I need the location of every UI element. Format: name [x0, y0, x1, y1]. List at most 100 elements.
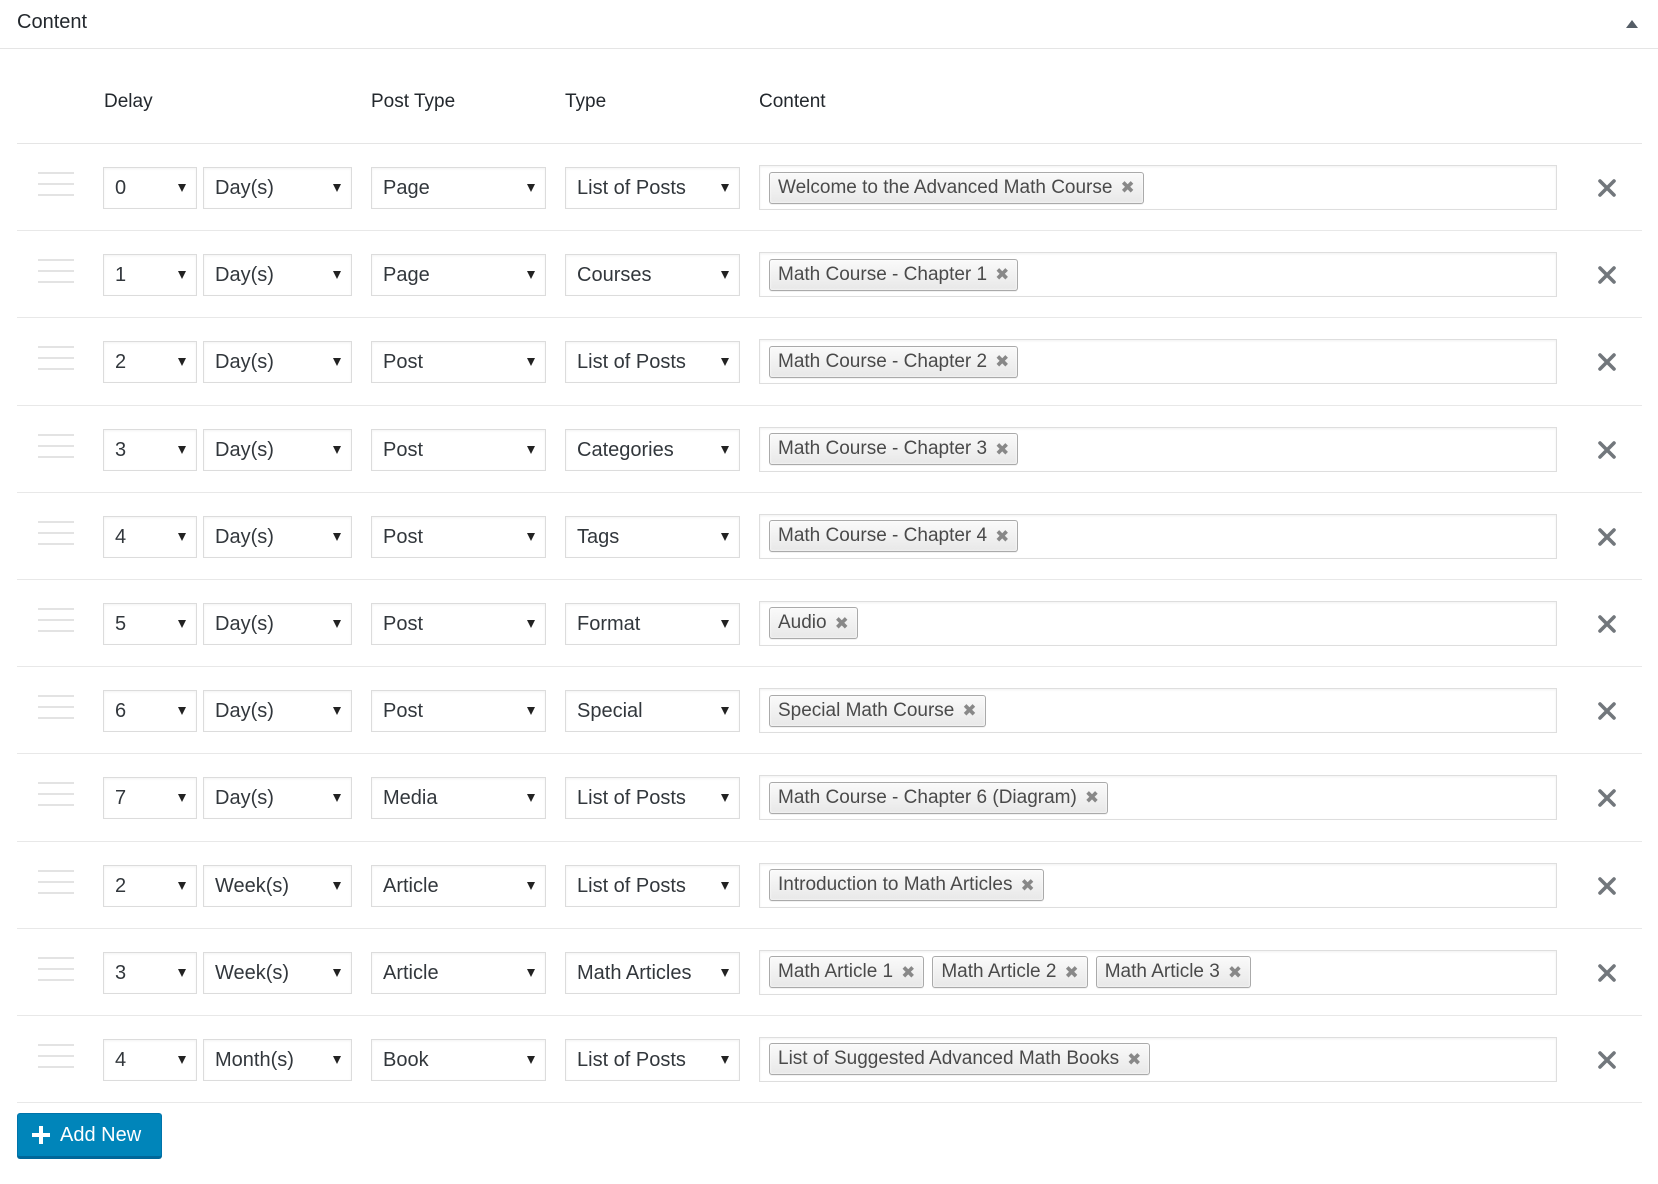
type-select[interactable]: Categories	[565, 428, 740, 471]
tag-remove-icon[interactable]: ✖	[1020, 877, 1034, 894]
post-type-select[interactable]: Post	[371, 428, 546, 471]
add-new-button[interactable]: Add New	[17, 1113, 162, 1158]
delay-amount-select[interactable]: 4	[103, 515, 197, 558]
content-select-input[interactable]: Math Course - Chapter 6 (Diagram) ✖	[759, 775, 1557, 821]
delay-amount-select[interactable]: 0	[103, 167, 197, 209]
tag-remove-icon[interactable]: ✖	[1064, 964, 1078, 981]
delay-unit-select[interactable]: Day(s)	[203, 167, 352, 209]
type-select[interactable]: Special	[565, 690, 740, 733]
delay-unit-select[interactable]: Month(s)	[203, 1038, 352, 1081]
delay-amount-select[interactable]: 7	[103, 777, 197, 820]
content-select-input[interactable]: List of Suggested Advanced Math Books ✖	[759, 1036, 1557, 1082]
content-select-input[interactable]: Math Course - Chapter 3 ✖	[759, 426, 1557, 472]
post-type-select[interactable]: Page	[371, 254, 546, 297]
type-select[interactable]: Format	[565, 602, 740, 645]
drag-handle[interactable]	[38, 520, 74, 547]
drag-handle[interactable]	[38, 782, 74, 808]
dropdown-arrow-icon	[333, 707, 341, 716]
remove-row-button[interactable]	[1595, 176, 1619, 200]
remove-row-button[interactable]	[1595, 350, 1619, 374]
content-select-input[interactable]: Audio ✖	[759, 600, 1557, 646]
content-select-input[interactable]: Math Article 1 ✖ Math Article 2 ✖ Math A…	[759, 949, 1557, 995]
delay-unit-select[interactable]: Week(s)	[203, 864, 352, 907]
post-type-select[interactable]: Article	[371, 951, 546, 994]
delay-amount-select[interactable]: 2	[103, 341, 197, 384]
drag-handle[interactable]	[38, 172, 74, 198]
content-select-input[interactable]: Special Math Course ✖	[759, 688, 1557, 734]
drag-handle[interactable]	[38, 869, 74, 896]
tag-remove-icon[interactable]: ✖	[901, 964, 915, 981]
drag-handle[interactable]	[38, 346, 74, 372]
remove-row-button[interactable]	[1595, 438, 1619, 462]
tag-remove-icon[interactable]: ✖	[995, 441, 1009, 458]
delay-amount-select[interactable]: 1	[103, 254, 197, 297]
remove-row-button[interactable]	[1595, 786, 1619, 810]
post-type-select[interactable]: Page	[371, 167, 546, 209]
content-select-input[interactable]: Introduction to Math Articles ✖	[759, 862, 1557, 908]
tag-remove-icon[interactable]: ✖	[1228, 964, 1242, 981]
remove-row-button[interactable]	[1595, 1048, 1619, 1072]
collapse-toggle-button[interactable]	[1622, 14, 1642, 34]
drag-handle[interactable]	[38, 695, 74, 721]
type-select[interactable]: List of Posts	[565, 1038, 740, 1081]
post-type-select-value: Page	[383, 264, 430, 287]
delay-unit-select[interactable]: Day(s)	[203, 777, 352, 820]
delay-unit-select-value: Day(s)	[215, 351, 274, 374]
delay-amount-select[interactable]: 5	[103, 602, 197, 645]
remove-row-button[interactable]	[1595, 525, 1619, 549]
dropdown-arrow-icon	[721, 445, 729, 454]
drag-handle[interactable]	[38, 956, 74, 983]
tag-remove-icon[interactable]: ✖	[995, 528, 1009, 545]
dropdown-arrow-icon	[721, 358, 729, 367]
drag-handle[interactable]	[38, 607, 74, 634]
post-type-select[interactable]: Book	[371, 1038, 546, 1081]
remove-row-button[interactable]	[1595, 874, 1619, 898]
post-type-select[interactable]: Post	[371, 602, 546, 645]
post-type-select[interactable]: Post	[371, 341, 546, 384]
delay-unit-select[interactable]: Day(s)	[203, 515, 352, 558]
tag-remove-icon[interactable]: ✖	[835, 615, 849, 632]
type-select[interactable]: List of Posts	[565, 777, 740, 820]
drag-handle[interactable]	[38, 259, 74, 285]
remove-row-button[interactable]	[1595, 961, 1619, 985]
content-select-input[interactable]: Welcome to the Advanced Math Course ✖	[759, 165, 1557, 210]
delay-amount-select[interactable]: 3	[103, 428, 197, 471]
remove-row-button[interactable]	[1595, 263, 1619, 287]
tag-remove-icon[interactable]: ✖	[1085, 789, 1099, 806]
content-select-input[interactable]: Math Course - Chapter 4 ✖	[759, 513, 1557, 559]
delay-unit-select[interactable]: Day(s)	[203, 428, 352, 471]
delay-unit-select[interactable]: Day(s)	[203, 602, 352, 645]
drag-handle[interactable]	[38, 1043, 74, 1070]
remove-row-button[interactable]	[1595, 699, 1619, 723]
type-select[interactable]: Math Articles	[565, 951, 740, 994]
drip-row: 4 Day(s) Post Tags Math Course - Chapter…	[17, 493, 1642, 580]
delay-amount-select[interactable]: 4	[103, 1038, 197, 1081]
type-select[interactable]: List of Posts	[565, 167, 740, 209]
remove-row-button[interactable]	[1595, 612, 1619, 636]
delay-unit-select[interactable]: Week(s)	[203, 951, 352, 994]
post-type-select[interactable]: Post	[371, 690, 546, 733]
delay-unit-select[interactable]: Day(s)	[203, 341, 352, 384]
tag-remove-icon[interactable]: ✖	[995, 266, 1009, 283]
delay-amount-select[interactable]: 6	[103, 690, 197, 733]
delay-unit-select[interactable]: Day(s)	[203, 254, 352, 297]
content-select-input[interactable]: Math Course - Chapter 1 ✖	[759, 252, 1557, 298]
dropdown-arrow-icon	[527, 619, 535, 628]
drag-handle[interactable]	[38, 433, 74, 460]
tag-remove-icon[interactable]: ✖	[995, 353, 1009, 370]
type-select[interactable]: Tags	[565, 515, 740, 558]
type-select[interactable]: Courses	[565, 254, 740, 297]
delay-amount-select[interactable]: 3	[103, 951, 197, 994]
delay-amount-select[interactable]: 2	[103, 864, 197, 907]
tag-remove-icon[interactable]: ✖	[962, 702, 976, 719]
type-select-value: List of Posts	[577, 787, 686, 810]
type-select[interactable]: List of Posts	[565, 341, 740, 384]
tag-remove-icon[interactable]: ✖	[1127, 1051, 1141, 1068]
delay-unit-select[interactable]: Day(s)	[203, 690, 352, 733]
post-type-select[interactable]: Media	[371, 777, 546, 820]
content-select-input[interactable]: Math Course - Chapter 2 ✖	[759, 339, 1557, 385]
post-type-select[interactable]: Article	[371, 864, 546, 907]
post-type-select[interactable]: Post	[371, 515, 546, 558]
tag-remove-icon[interactable]: ✖	[1120, 179, 1134, 196]
type-select[interactable]: List of Posts	[565, 864, 740, 907]
